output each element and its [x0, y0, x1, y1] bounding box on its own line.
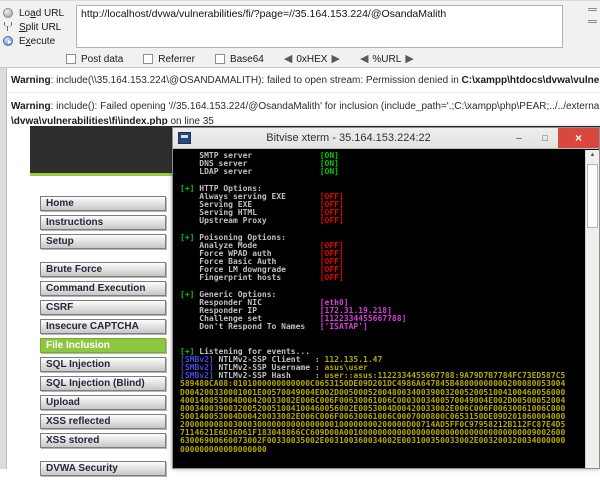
url-encoder: ◀ %URL ▶	[360, 53, 414, 65]
sidebar-item-home[interactable]: Home	[40, 196, 166, 211]
checkbox-icon[interactable]	[66, 54, 76, 64]
encoder-label: %URL	[372, 53, 402, 65]
php-warnings: Warning: include(\\35.164.153.224\@OSAND…	[8, 68, 600, 129]
warning-message: Warning: include(\\35.164.153.224\@OSAND…	[8, 68, 600, 93]
sidebar-item-upload[interactable]: Upload	[40, 395, 166, 410]
split-url-button[interactable]: Split URL	[3, 20, 75, 34]
maximize-icon[interactable]: □	[532, 128, 558, 148]
warning-text: : include(\\35.164.153.224\@OSANDAMALITH…	[50, 75, 462, 86]
resize-grip-icon[interactable]	[588, 20, 597, 24]
terminal-scrollbar[interactable]: ▲	[585, 150, 599, 468]
execute-button[interactable]: Execute	[3, 34, 75, 48]
warning-message: Warning: include(): Failed opening '//35…	[8, 93, 600, 129]
0xhex-encoder: ◀ 0xHEX ▶	[284, 53, 340, 65]
encode-arrow-icon[interactable]: ▶	[331, 53, 339, 65]
checkbox-label: Referrer	[158, 53, 195, 65]
action-label: Load URL	[19, 7, 65, 19]
resize-grips	[588, 8, 597, 32]
scroll-up-icon[interactable]: ▲	[586, 152, 599, 158]
hackbar-toolbar: Load URL Split URL Execute http://localhos…	[0, 0, 600, 68]
terminal-line: Fingerprint hosts [OFF]	[180, 273, 344, 283]
terminal-line: LDAP server [ON]	[180, 167, 339, 177]
close-icon[interactable]: ×	[558, 128, 599, 148]
sidebar-item-csrf[interactable]: CSRF	[40, 300, 166, 315]
base64-checkbox[interactable]: Base64	[214, 53, 264, 65]
decode-arrow-icon[interactable]: ◀	[284, 53, 292, 65]
load-url-button[interactable]: Load URL	[3, 6, 75, 20]
sidebar-item-xss-reflected[interactable]: XSS reflected	[40, 414, 166, 429]
sidebar-item-insecure-captcha[interactable]: Insecure CAPTCHA	[40, 319, 166, 334]
checkbox-label: Post data	[81, 53, 124, 65]
split-url-icon	[3, 22, 13, 32]
post-data-checkbox[interactable]: Post data	[66, 54, 123, 65]
terminal-output: SMTP server [ON] DNS server [ON] LDAP se…	[175, 150, 584, 468]
hackbar-actions: Load URL Split URL Execute	[3, 6, 75, 48]
hackbar-options: Post data Referrer Base64 ◀ 0xHEX ▶ ◀ %URL ▶	[66, 51, 414, 67]
resize-grip-icon[interactable]	[588, 8, 597, 12]
warning-label: Warning	[11, 75, 51, 86]
load-url-icon	[3, 8, 13, 18]
sidebar-group: Brute Force Command Execution CSRF Insecure…	[40, 262, 166, 448]
terminal-line: Upstream Proxy [OFF]	[180, 216, 344, 226]
encode-arrow-icon[interactable]: ▶	[405, 53, 413, 65]
terminal-titlebar[interactable]: Bitvise xterm - 35.164.153.224:22 – □ ×	[173, 128, 599, 149]
scrollbar-thumb[interactable]	[587, 164, 598, 228]
sidebar-group: Home Instructions Setup	[40, 196, 166, 249]
window-controls: – □ ×	[506, 128, 599, 148]
checkbox-icon[interactable]	[214, 54, 225, 64]
sidebar-item-command-execution[interactable]: Command Execution	[40, 281, 166, 296]
decode-arrow-icon[interactable]: ◀	[360, 53, 368, 65]
terminal-line: 000000000000000000	[180, 444, 267, 454]
warning-text: : include(): Failed opening '//35.164.15…	[50, 101, 600, 112]
referrer-checkbox[interactable]: Referrer	[143, 54, 195, 65]
execute-icon	[3, 36, 13, 46]
sidebar-item-sql-injection[interactable]: SQL Injection	[40, 357, 166, 372]
checkbox-icon[interactable]	[143, 54, 154, 64]
sidebar-item-instructions[interactable]: Instructions	[40, 215, 166, 230]
sidebar-item-brute-force[interactable]: Brute Force	[40, 262, 166, 277]
encoder-label: 0xHEX	[296, 53, 328, 65]
sidebar-item-file-inclusion[interactable]: File Inclusion	[40, 338, 166, 353]
bitvise-xterm-window: Bitvise xterm - 35.164.153.224:22 – □ × …	[172, 127, 600, 469]
terminal-line: Don't Respond To Names ['ISATAP']	[180, 322, 368, 332]
page-left-strip	[0, 68, 7, 469]
url-input[interactable]: http://localhost/dvwa/vulnerabilities/fi…	[76, 5, 563, 48]
action-label: Execute	[19, 35, 56, 47]
sidebar-item-setup[interactable]: Setup	[40, 234, 166, 249]
checkbox-label: Base64	[229, 53, 264, 65]
dvwa-sidebar-menu: Home Instructions Setup Brute Force Command …	[40, 196, 166, 481]
minimize-icon[interactable]: –	[506, 128, 532, 148]
terminal-title: Bitvise xterm - 35.164.153.224:22	[266, 132, 431, 144]
action-label: Split URL	[19, 21, 62, 33]
warning-label: Warning	[11, 101, 51, 112]
bitvise-app-icon	[178, 132, 191, 144]
sidebar-item-xss-stored[interactable]: XSS stored	[40, 433, 166, 448]
sidebar-item-sql-injection-blind-[interactable]: SQL Injection (Blind)	[40, 376, 166, 391]
warning-path: C:\xampp\htdocs\dvwa\vulnerabilities\fi\…	[461, 75, 600, 86]
